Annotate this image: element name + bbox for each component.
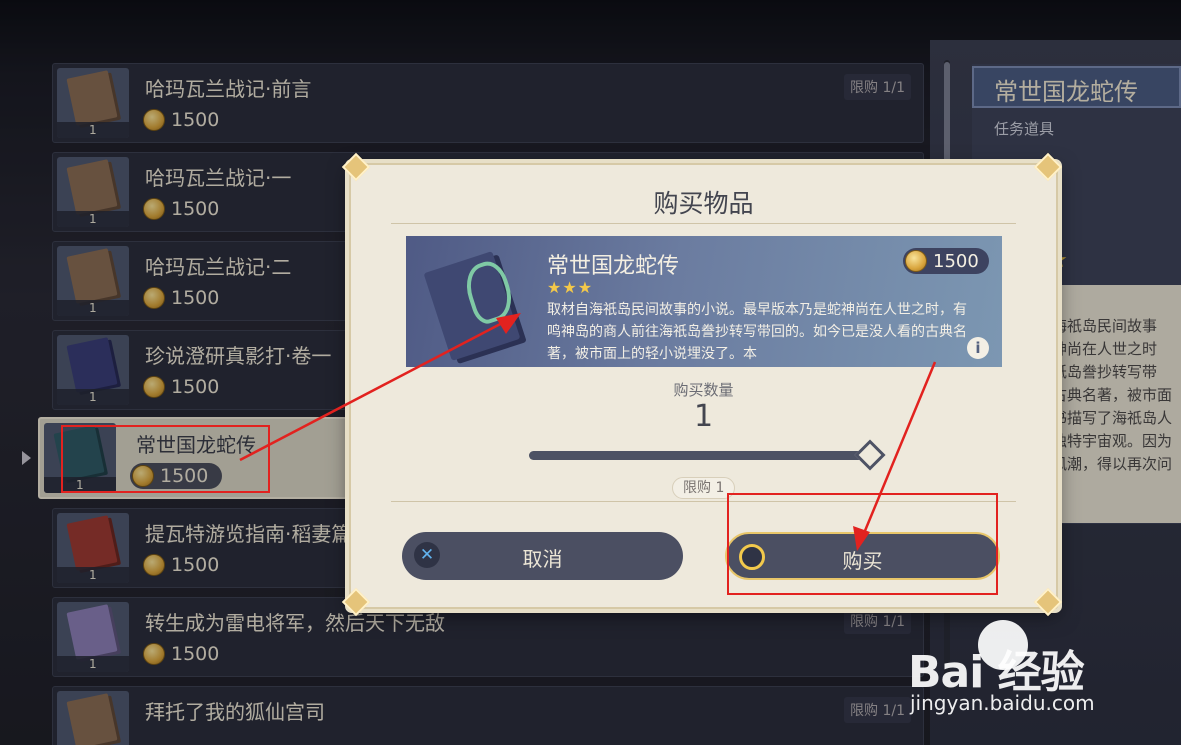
annotation-arrowhead	[496, 313, 521, 334]
annotation-arrowhead	[853, 526, 870, 551]
annotation-arrow-line	[239, 318, 509, 462]
annotation-arrow-line	[860, 361, 937, 539]
watermark-url: jingyan.baidu.com	[910, 691, 1095, 715]
